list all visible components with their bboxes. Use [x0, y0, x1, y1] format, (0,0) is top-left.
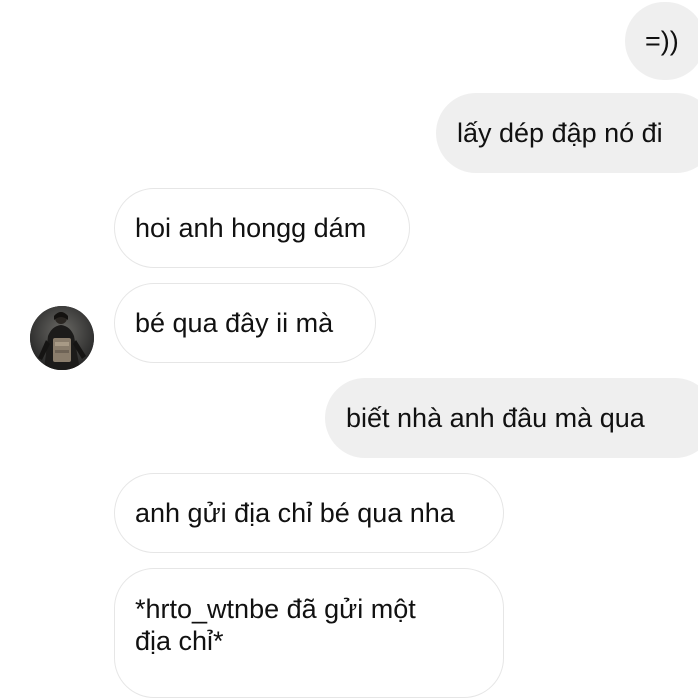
message-text: biết nhà anh đâu mà qua: [346, 403, 645, 433]
message-bubble-received[interactable]: anh gửi địa chỉ bé qua nha: [114, 473, 504, 553]
message-text: bé qua đây ii mà: [135, 308, 334, 338]
message-text: anh gửi địa chỉ bé qua nha: [135, 498, 455, 528]
avatar[interactable]: [30, 306, 94, 370]
user-avatar-photo-icon: [30, 306, 94, 370]
message-bubble-received[interactable]: *hrto_wtnbe đã gửi một địa chỉ*: [114, 568, 504, 698]
message-text: lấy dép đập nó đi: [457, 118, 663, 148]
message-text: hoi anh hongg dám: [135, 213, 367, 243]
message-text-line-1: *hrto_wtnbe đã gửi một: [135, 594, 416, 624]
message-bubble-received[interactable]: hoi anh hongg dám: [114, 188, 410, 268]
message-text-line-2: địa chỉ*: [135, 626, 224, 656]
message-bubble-sent[interactable]: lấy dép đập nó đi: [436, 93, 698, 173]
message-text: =)): [645, 26, 679, 56]
message-bubble-sent[interactable]: biết nhà anh đâu mà qua: [325, 378, 698, 458]
chat-screen: { "messages": [ {"side": "sent", "text":…: [0, 0, 698, 698]
message-bubble-received[interactable]: bé qua đây ii mà: [114, 283, 376, 363]
message-bubble-sent[interactable]: =)): [625, 2, 698, 80]
